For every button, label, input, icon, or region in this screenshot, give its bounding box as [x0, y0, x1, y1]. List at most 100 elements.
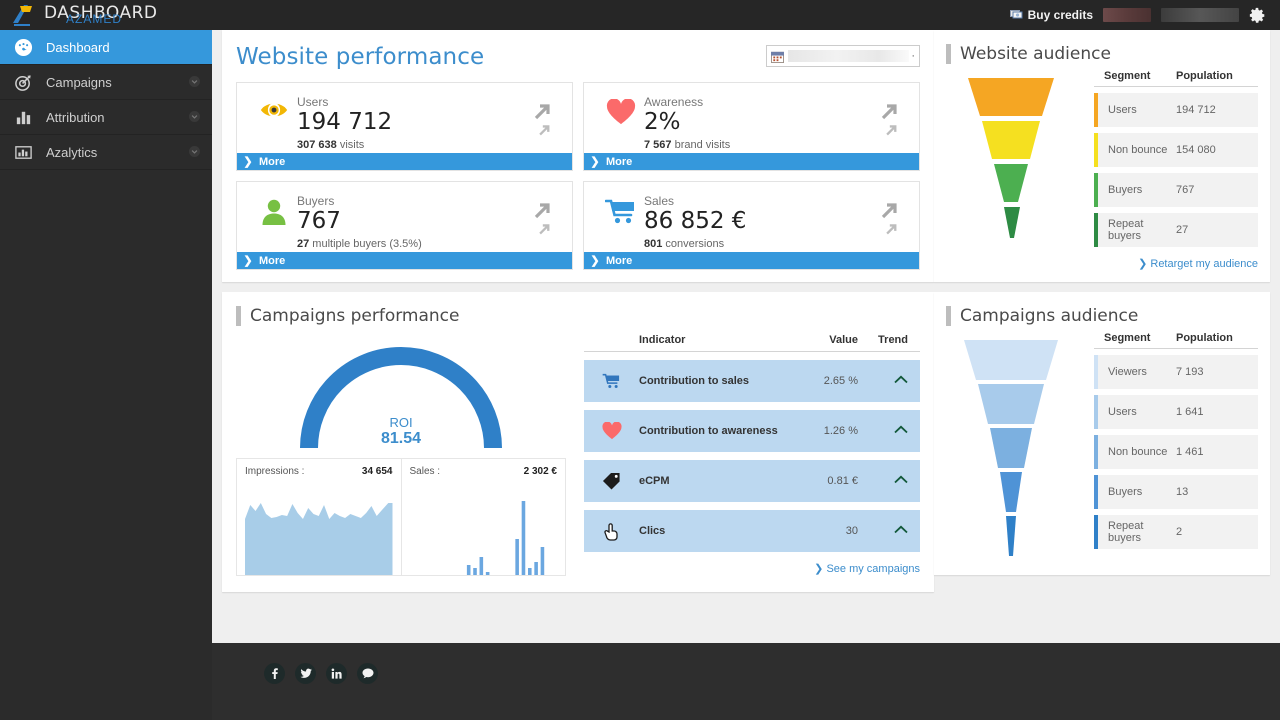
segment-population: 1 641	[1176, 406, 1204, 418]
indicator-row[interactable]: eCPM 0.81 €	[584, 460, 920, 502]
audience-table-header: Segment Population	[1094, 70, 1258, 87]
date-range-picker[interactable]: ·	[766, 45, 920, 67]
sidebar-item-label: Attribution	[46, 109, 105, 125]
col-population: Population	[1176, 332, 1233, 344]
audience-table-header: Segment Population	[1094, 332, 1258, 349]
kpi-value: 86 852 €	[644, 208, 747, 234]
kpi-subtext: 27 multiple buyers (3.5%)	[297, 238, 528, 250]
segment-name: Repeat buyers	[1108, 520, 1144, 544]
audience-row[interactable]: Repeat buyers 2	[1094, 515, 1258, 549]
kpi-more-button[interactable]: ❯ More	[237, 252, 572, 269]
audience-row[interactable]: Non bounce 154 080	[1094, 133, 1258, 167]
kpi-label: Sales	[644, 194, 675, 208]
kpi-label: Awareness	[644, 95, 704, 109]
kpi-subtext: 801 conversions	[644, 238, 875, 250]
kpi-more-button[interactable]: ❯ More	[584, 153, 919, 170]
segment-population: 767	[1176, 184, 1195, 196]
indicator-row[interactable]: Contribution to sales 2.65 %	[584, 360, 920, 402]
main-content: Website performance · Users 194 712 307 …	[212, 30, 1280, 643]
sidebar-item-label: Dashboard	[46, 39, 110, 55]
buy-credits-button[interactable]: Buy credits	[1009, 8, 1093, 23]
indicator-row[interactable]: Contribution to awareness 1.26 %	[584, 410, 920, 452]
audience-row[interactable]: Buyers 13	[1094, 475, 1258, 509]
chat-icon[interactable]	[357, 663, 378, 684]
cart-icon	[598, 194, 644, 225]
kpi-more-button[interactable]: ❯ More	[584, 252, 919, 269]
chevron-down-icon[interactable]	[189, 75, 200, 90]
kpi-text: Sales 86 852 € 801 conversions	[644, 194, 875, 250]
kpi-subtext: 7 567 brand visits	[644, 139, 875, 151]
heart-icon	[584, 422, 639, 440]
trend-up-arrow-large-icon	[881, 203, 897, 219]
chevron-down-icon[interactable]	[189, 145, 200, 160]
target-icon	[0, 73, 46, 92]
trend-up-icon	[858, 525, 920, 537]
audience-row[interactable]: Buyers 767	[1094, 173, 1258, 207]
segment-population: 27	[1176, 224, 1189, 236]
audience-row[interactable]: Non bounce 1 461	[1094, 435, 1258, 469]
see-my-campaigns-link[interactable]: ❯ See my campaigns	[584, 562, 920, 575]
segment-name: Repeat buyers	[1108, 218, 1144, 242]
facebook-icon[interactable]	[264, 663, 285, 684]
indicator-row[interactable]: Clics 30	[584, 510, 920, 552]
speedometer-icon	[0, 38, 46, 57]
audience-row[interactable]: Repeat buyers 27	[1094, 213, 1258, 247]
kpi-sub-rest: multiple buyers (3.5%)	[309, 238, 422, 250]
impressions-sparkline-card: Impressions : 34 654	[237, 459, 401, 575]
segment-population: 13	[1176, 486, 1189, 498]
campaigns-audience-funnel-chart	[946, 332, 1094, 563]
trend-up-arrow-small-icon	[539, 125, 550, 136]
brand[interactable]: DASHBOARD AZAMED	[0, 0, 212, 30]
kpi-more-button[interactable]: ❯ More	[237, 153, 572, 170]
retarget-audience-link[interactable]: ❯ Retarget my audience	[946, 257, 1258, 270]
trend-up-arrow-large-icon	[881, 104, 897, 120]
sidebar-item-campaigns[interactable]: Campaigns	[0, 65, 212, 100]
money-icon	[1009, 8, 1023, 23]
kpi-grid: Users 194 712 307 638 visits ❯ More Awar…	[236, 82, 920, 270]
kpi-sub-bold: 307 638	[297, 139, 337, 151]
audience-row[interactable]: Users 1 641	[1094, 395, 1258, 429]
top-bar-right: Buy credits	[1009, 7, 1280, 24]
segment-population: 2	[1176, 526, 1183, 538]
trend-up-icon	[858, 375, 920, 387]
twitter-icon[interactable]	[295, 663, 316, 684]
trend-up-arrow-large-icon	[534, 203, 550, 219]
indicator-value: 30	[845, 525, 858, 537]
indicator-value: 2.65 %	[823, 375, 858, 387]
website-audience-table: Segment Population Users 194 712 Non bou…	[1094, 70, 1258, 247]
date-range-value	[788, 50, 910, 62]
panel-title: Campaigns audience	[960, 306, 1139, 326]
sidebar-item-dashboard[interactable]: Dashboard	[0, 30, 212, 65]
audience-row[interactable]: Users 194 712	[1094, 93, 1258, 127]
sparkline-label: Sales :	[409, 466, 441, 477]
chevron-down-icon[interactable]	[189, 110, 200, 125]
kpi-value: 194 712	[297, 109, 393, 135]
audience-row[interactable]: Viewers 7 193	[1094, 355, 1258, 389]
sidebar-item-azalytics[interactable]: Azalytics	[0, 135, 212, 170]
bar-chart-icon	[0, 108, 46, 127]
left-column: Website performance · Users 194 712 307 …	[222, 30, 934, 592]
kpi-body: Users 194 712 307 638 visits	[237, 83, 572, 153]
calendar-icon	[771, 50, 784, 63]
gear-icon[interactable]	[1249, 7, 1266, 24]
campaigns-performance-body: ROI 81.54 Impressions : 34 654 Sales: 2…	[236, 334, 920, 576]
kpi-sub-bold: 801	[644, 238, 663, 250]
brand-text: DASHBOARD AZAMED	[44, 3, 157, 27]
analytics-icon	[0, 143, 46, 162]
segment-population: 7 193	[1176, 366, 1204, 378]
sidebar-item-attribution[interactable]: Attribution	[0, 100, 212, 135]
panel-title: Website audience	[960, 44, 1111, 64]
linkedin-icon[interactable]	[326, 663, 347, 684]
indicator-value: 1.26 %	[823, 425, 858, 437]
kpi-card-sales: Sales 86 852 € 801 conversions ❯ More	[583, 181, 920, 270]
panel-accent-bar	[946, 44, 951, 64]
heart-icon	[598, 95, 644, 126]
kpi-card-users: Users 194 712 307 638 visits ❯ More	[236, 82, 573, 171]
kpi-sub-rest: visits	[336, 139, 365, 151]
campaigns-performance-panel: Campaigns performance ROI 81.54 Impressi…	[222, 292, 934, 592]
kpi-subtext: 307 638 visits	[297, 139, 528, 151]
sparkline-label: Impressions :	[245, 466, 305, 477]
panel-header: Campaigns audience	[946, 306, 1258, 326]
kpi-body: Awareness 2% 7 567 brand visits	[584, 83, 919, 153]
sidebar: Dashboard Campaigns Attribution Azalytic…	[0, 30, 212, 720]
